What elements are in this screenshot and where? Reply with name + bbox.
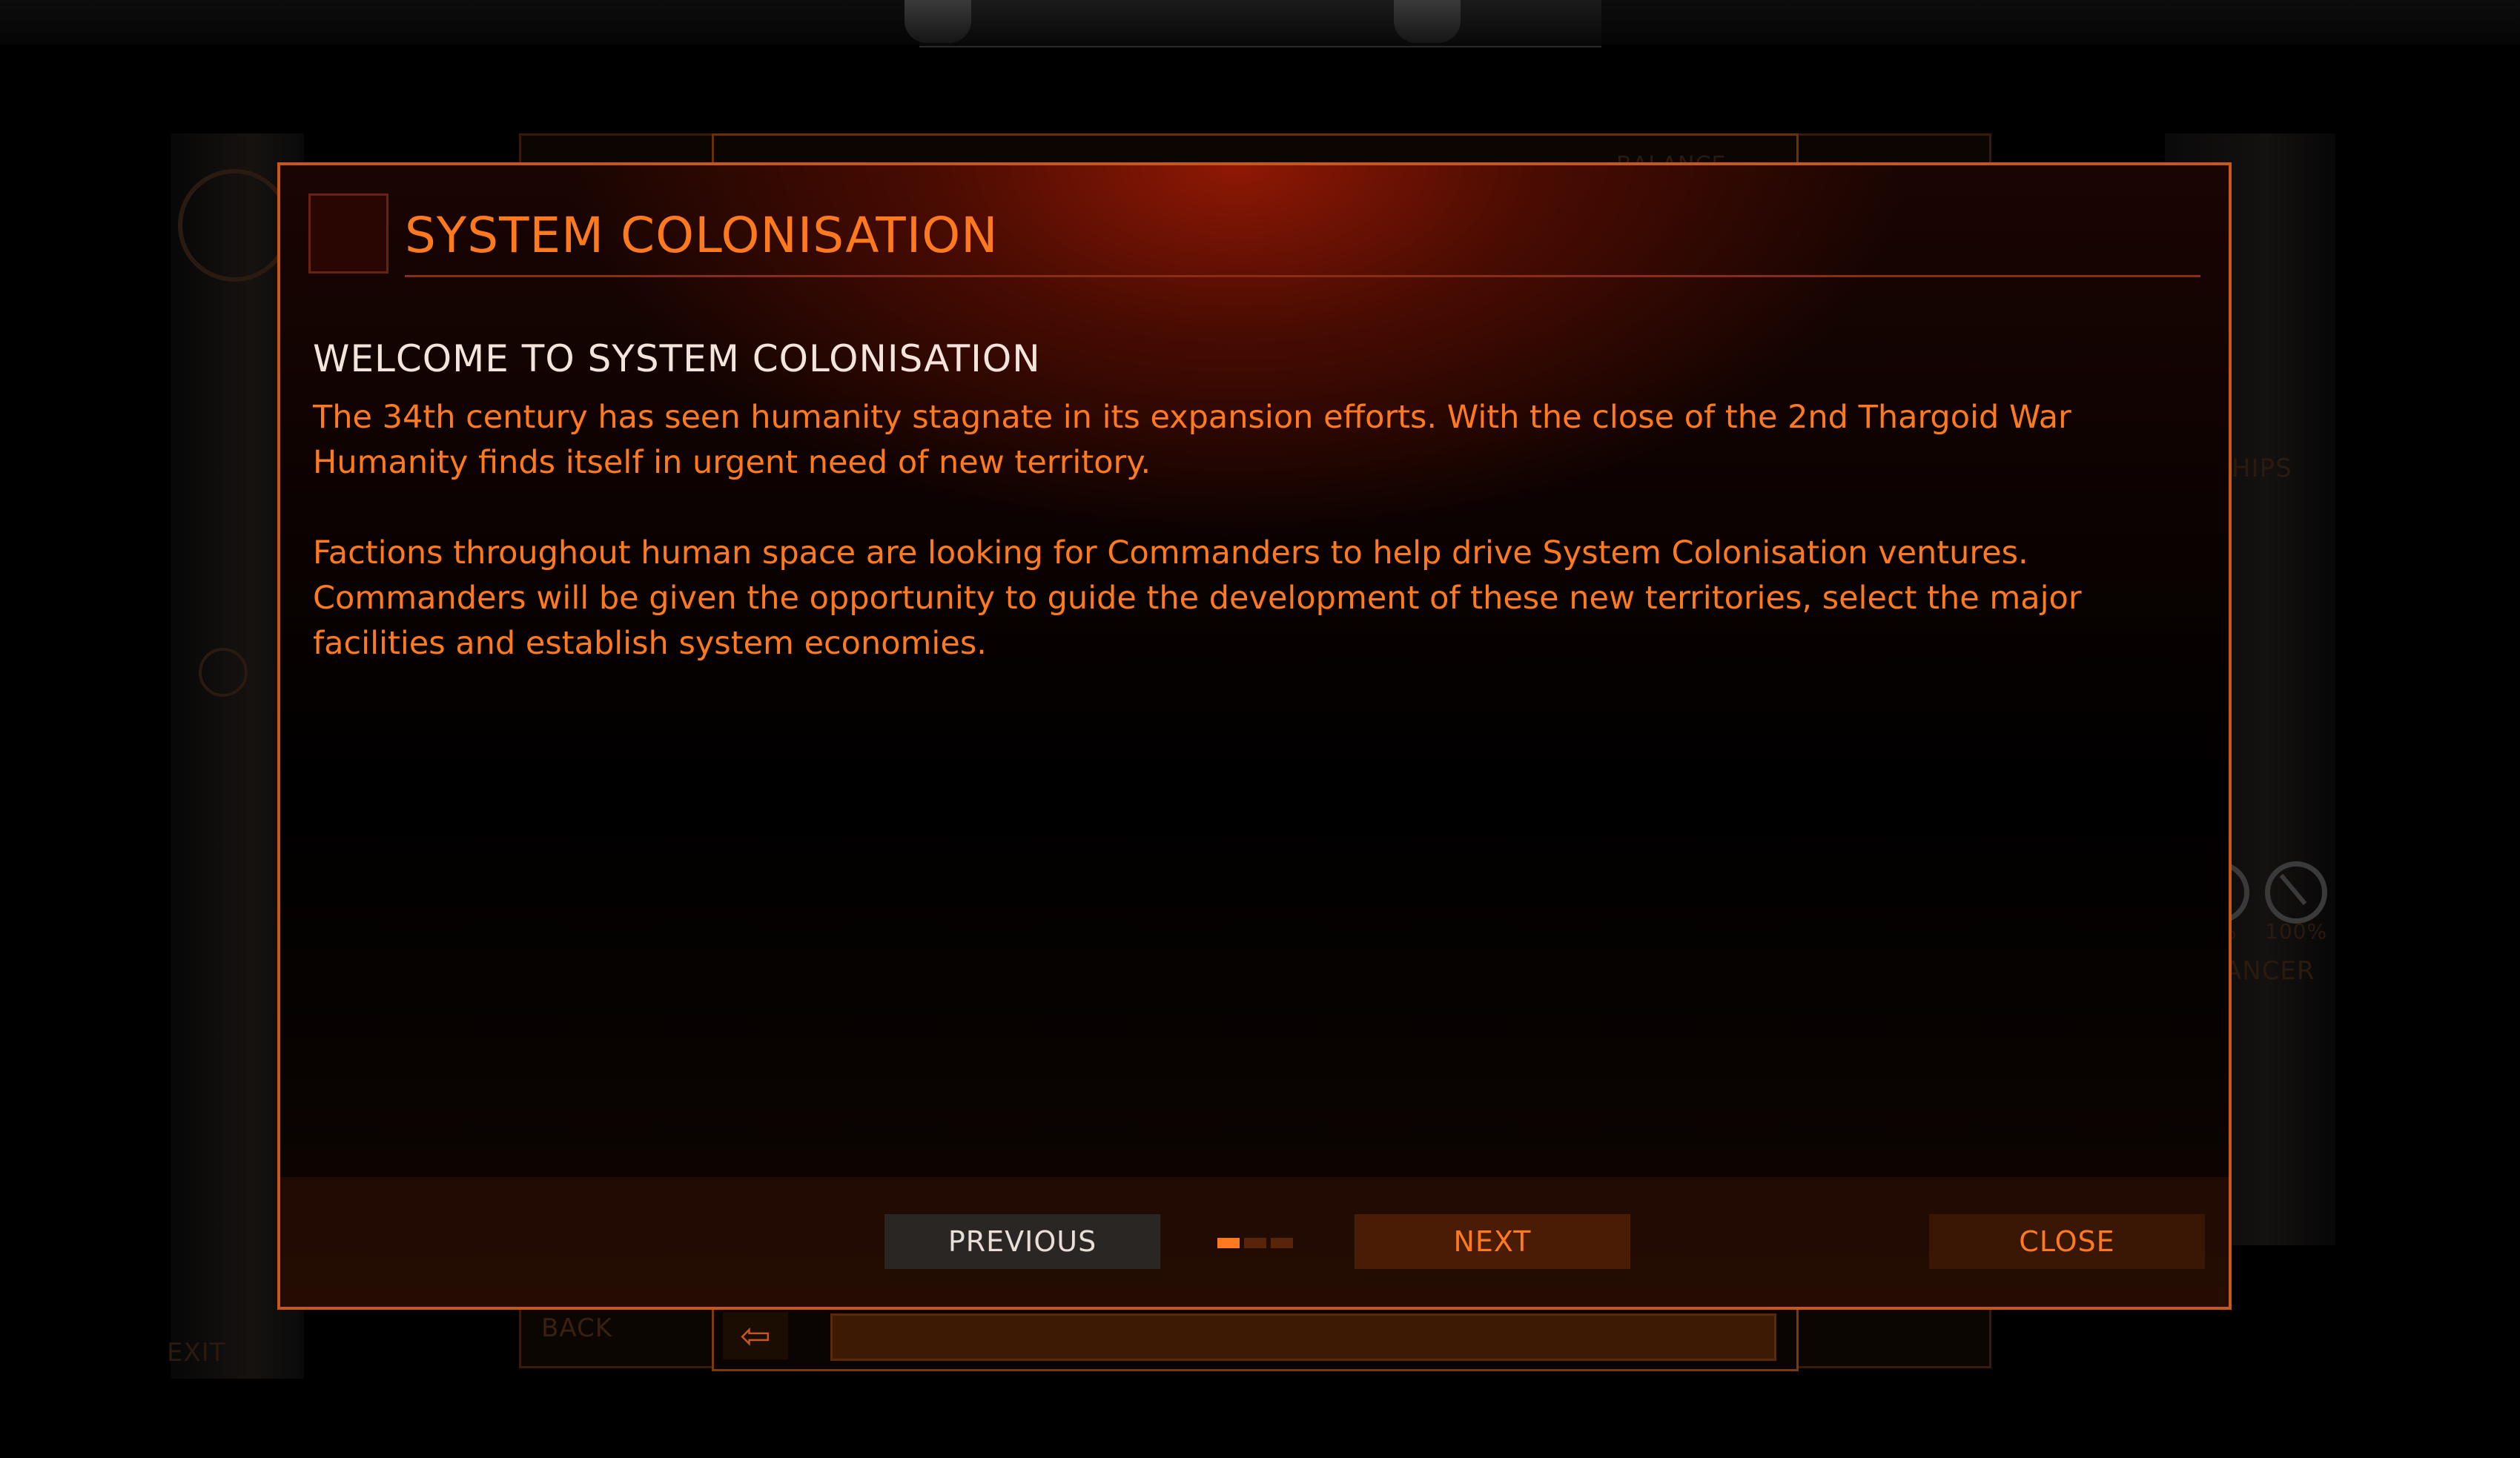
dialog-content: WELCOME TO SYSTEM COLONISATION The 34th … [313, 337, 2211, 712]
ships-label: HIPS [2232, 454, 2292, 483]
colonisation-dialog: SYSTEM COLONISATION WELCOME TO SYSTEM CO… [277, 162, 2232, 1310]
content-heading: WELCOME TO SYSTEM COLONISATION [313, 337, 1041, 380]
dialog-footer: PREVIOUS NEXT CLOSE [280, 1177, 2229, 1307]
page-indicator [1217, 1238, 1293, 1248]
page-dot-2 [1244, 1238, 1266, 1248]
header-divider [405, 275, 2200, 277]
gauge-label: ANCER [2224, 956, 2315, 986]
close-button[interactable]: CLOSE [1929, 1214, 2205, 1269]
top-bracket-left [905, 0, 971, 43]
top-center-panel [919, 0, 1601, 47]
wrench-icon [2265, 861, 2327, 924]
exit-arrow-icon[interactable]: ⇦ [723, 1312, 788, 1359]
target-icon [178, 169, 291, 282]
dialog-title: SYSTEM COLONISATION [405, 207, 999, 264]
header-icon-box [308, 193, 388, 274]
content-paragraph-1: The 34th century has seen humanity stagn… [313, 399, 2071, 481]
next-button[interactable]: NEXT [1355, 1214, 1630, 1269]
dialog-header: SYSTEM COLONISATION [308, 193, 2200, 277]
top-bracket-right [1394, 0, 1461, 43]
page-dot-1 [1217, 1238, 1240, 1248]
page-dot-3 [1271, 1238, 1293, 1248]
previous-button[interactable]: PREVIOUS [884, 1214, 1160, 1269]
content-paragraph-2: Factions throughout human space are look… [313, 534, 2082, 662]
gauge-value-2: 100% [2265, 919, 2328, 944]
exit-button[interactable]: EXIT [167, 1338, 226, 1368]
background-progress-fill [830, 1313, 1776, 1361]
back-button[interactable]: BACK [541, 1313, 612, 1343]
crosshair-icon [199, 648, 248, 697]
